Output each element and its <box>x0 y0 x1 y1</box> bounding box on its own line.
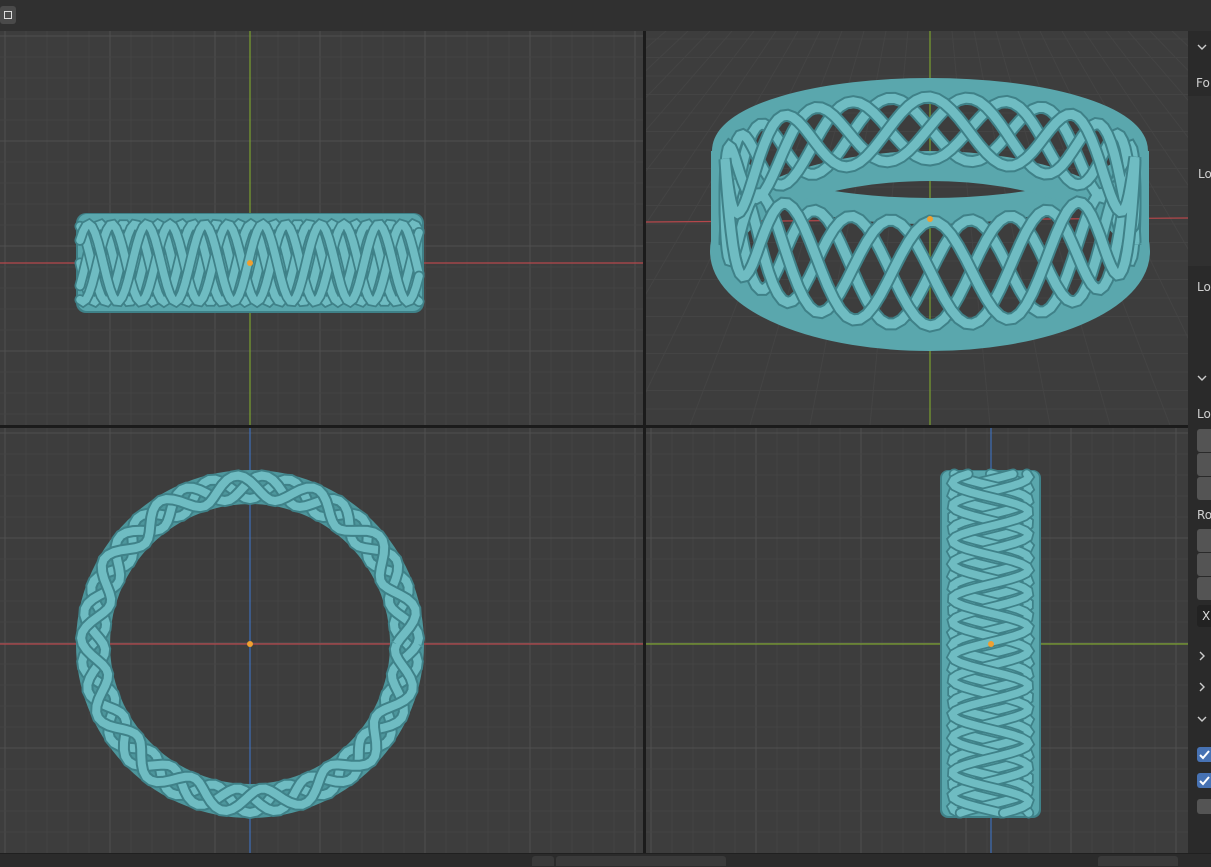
viewport-perspective[interactable] <box>646 31 1188 425</box>
origin-point <box>927 216 933 222</box>
label-lock: Lo <box>1197 280 1211 294</box>
viewport-top[interactable] <box>0 428 643 853</box>
viewport-divider[interactable] <box>643 31 646 853</box>
viewport-right[interactable] <box>646 428 1188 853</box>
rotation-z-field[interactable] <box>1197 577 1211 600</box>
viewport-divider[interactable] <box>0 425 1188 428</box>
viewport-perspective-canvas <box>646 31 1188 425</box>
viewport-front-canvas <box>0 31 643 425</box>
checkbox-1[interactable] <box>1197 747 1211 762</box>
status-tab[interactable] <box>1098 856 1178 866</box>
origin-point <box>247 641 253 647</box>
origin-point <box>988 641 994 647</box>
rotation-y-field[interactable] <box>1197 553 1211 576</box>
status-tab[interactable] <box>532 856 554 866</box>
location-x-field[interactable] <box>1197 429 1211 452</box>
viewport-top-canvas <box>0 428 643 853</box>
label-lock: Lo <box>1198 167 1211 181</box>
chevron-down-icon[interactable] <box>1196 372 1208 384</box>
label-location: Lo <box>1197 407 1211 421</box>
origin-point <box>247 260 253 266</box>
checkbox-3[interactable] <box>1197 799 1211 814</box>
chevron-down-icon[interactable] <box>1196 713 1208 725</box>
checkbox-2[interactable] <box>1197 773 1211 788</box>
viewport-right-canvas <box>646 428 1188 853</box>
header-corner <box>1188 0 1211 31</box>
rotation-mode-button[interactable]: X <box>1197 605 1211 627</box>
chevron-right-icon[interactable] <box>1196 681 1208 693</box>
label-rotation: Ro <box>1197 508 1211 522</box>
select-box-icon[interactable] <box>0 6 16 24</box>
viewport-front[interactable] <box>0 31 643 425</box>
status-tab[interactable] <box>556 856 726 866</box>
chevron-right-icon[interactable] <box>1196 650 1208 662</box>
label-focus: Fo <box>1196 76 1210 90</box>
chevron-down-icon[interactable] <box>1196 41 1208 53</box>
checkmark-icon <box>1199 750 1210 760</box>
viewport-header <box>0 0 1188 31</box>
location-z-field[interactable] <box>1197 477 1211 500</box>
panel-background <box>1188 96 1211 266</box>
location-y-field[interactable] <box>1197 453 1211 476</box>
checkmark-icon <box>1199 776 1210 786</box>
rotation-x-field[interactable] <box>1197 529 1211 552</box>
properties-sidebar: Fo Lo Lo Lo Ro X <box>1188 31 1211 853</box>
